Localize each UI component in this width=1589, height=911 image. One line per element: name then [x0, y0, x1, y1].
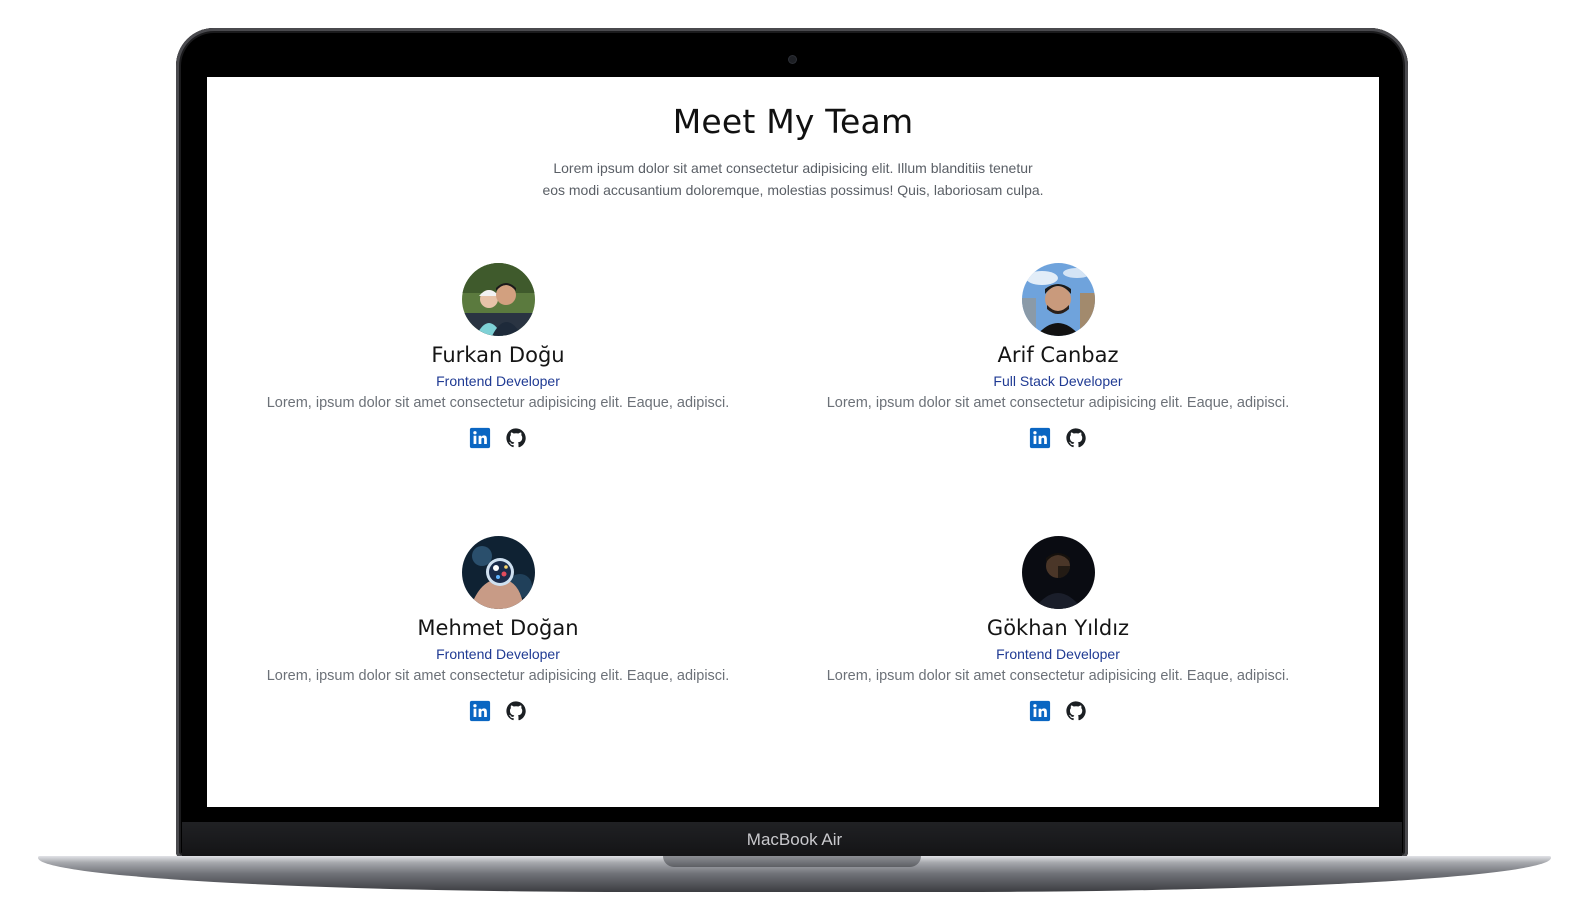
- intro-line: Lorem ipsum dolor sit amet consectetur a…: [553, 160, 1033, 176]
- linkedin-icon[interactable]: [469, 700, 491, 722]
- page-title: Meet My Team: [672, 102, 914, 141]
- member-name: Mehmet Doğan: [417, 616, 579, 640]
- laptop-notch: [663, 856, 921, 867]
- webcam: [789, 56, 796, 63]
- member-description: Lorem, ipsum dolor sit amet consectetur …: [266, 668, 730, 684]
- github-icon[interactable]: [1065, 427, 1087, 449]
- member-role: Frontend Developer: [436, 646, 560, 662]
- device-label: MacBook Air: [746, 830, 843, 849]
- avatar-photo: [1022, 536, 1095, 609]
- screen: Meet My Team Lorem ipsum dolor sit amet …: [207, 77, 1379, 807]
- member-description: Lorem, ipsum dolor sit amet consectetur …: [826, 395, 1290, 411]
- avatar: [1022, 536, 1095, 609]
- member-role: Full Stack Developer: [993, 373, 1123, 389]
- social-links: [798, 700, 1318, 726]
- intro-text: Lorem ipsum dolor sit amet consectetur a…: [523, 157, 1063, 201]
- github-icon[interactable]: [505, 427, 527, 449]
- linkedin-icon[interactable]: [1029, 427, 1051, 449]
- avatar-photo: [1022, 263, 1095, 336]
- intro-line: eos modi accusantium doloremque, molesti…: [542, 182, 1044, 198]
- avatar: [1022, 263, 1095, 336]
- device-mockup: MacBook Air Meet My Team Lorem ipsum dol…: [0, 0, 1589, 911]
- member-role: Frontend Developer: [436, 373, 560, 389]
- member-description: Lorem, ipsum dolor sit amet consectetur …: [826, 668, 1290, 684]
- member-description: Lorem, ipsum dolor sit amet consectetur …: [266, 395, 730, 411]
- team-card: Furkan Doğu Frontend Developer Lorem, ip…: [238, 263, 758, 463]
- avatar-photo: [462, 536, 535, 609]
- member-name: Arif Canbaz: [997, 343, 1119, 367]
- team-card: Mehmet Doğan Frontend Developer Lorem, i…: [238, 536, 758, 736]
- linkedin-icon[interactable]: [469, 427, 491, 449]
- avatar: [462, 536, 535, 609]
- team-card: Arif Canbaz Full Stack Developer Lorem, …: [798, 263, 1318, 463]
- avatar-photo: [462, 263, 535, 336]
- avatar: [462, 263, 535, 336]
- social-links: [238, 427, 758, 453]
- social-links: [238, 700, 758, 726]
- team-card: Gökhan Yıldız Frontend Developer Lorem, …: [798, 536, 1318, 736]
- social-links: [798, 427, 1318, 453]
- member-name: Furkan Doğu: [431, 343, 565, 367]
- github-icon[interactable]: [505, 700, 527, 722]
- member-name: Gökhan Yıldız: [986, 616, 1130, 640]
- member-role: Frontend Developer: [996, 646, 1120, 662]
- linkedin-icon[interactable]: [1029, 700, 1051, 722]
- github-icon[interactable]: [1065, 700, 1087, 722]
